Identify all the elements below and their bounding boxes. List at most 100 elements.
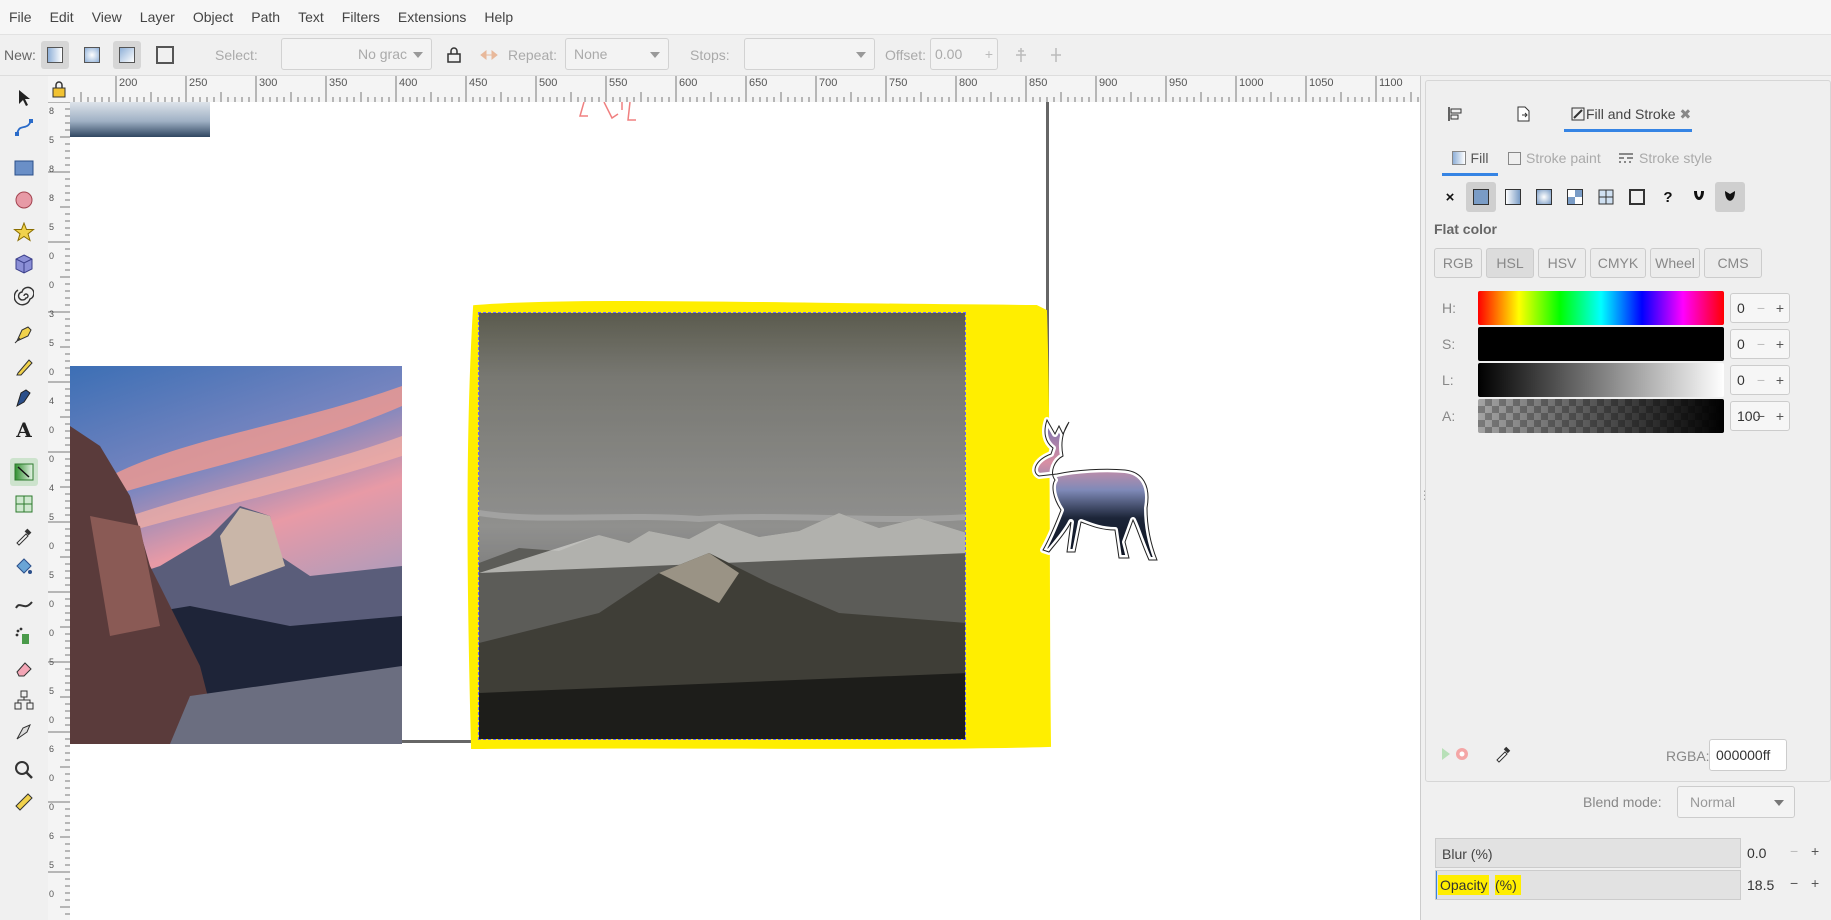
unset-paint-button[interactable]: ? xyxy=(1653,182,1683,212)
menu-view[interactable]: View xyxy=(83,9,131,25)
tweak-tool[interactable] xyxy=(10,590,38,618)
radial-gradient-paint-button[interactable] xyxy=(1529,182,1559,212)
ruler-corner-lock[interactable] xyxy=(48,76,71,103)
linear-gradient-button[interactable] xyxy=(41,41,69,69)
star-tool[interactable] xyxy=(10,218,38,246)
opacity-slider[interactable]: Opacity (%) xyxy=(1435,870,1741,900)
lightness-spinbox[interactable]: 0− + xyxy=(1730,365,1790,395)
eraser-tool[interactable] xyxy=(10,654,38,682)
blur-slider[interactable]: Blur (%) xyxy=(1435,838,1741,868)
spiral-tool[interactable] xyxy=(10,282,38,310)
on-stroke-button[interactable] xyxy=(151,41,179,69)
plus-icon[interactable]: + xyxy=(1776,336,1784,352)
menu-file[interactable]: File xyxy=(0,9,41,25)
node-tool[interactable] xyxy=(10,114,38,142)
offset-spinbox[interactable]: 0.00 + xyxy=(930,38,998,70)
dock-resize-handle[interactable]: ⋮ xyxy=(1419,488,1431,508)
repeat-dropdown[interactable]: None xyxy=(565,38,669,70)
mountain-photo-selected[interactable] xyxy=(478,312,966,740)
close-icon[interactable]: ✖ xyxy=(1679,106,1691,123)
delete-stop-button[interactable] xyxy=(1042,41,1070,69)
mode-cms-button[interactable]: CMS xyxy=(1704,248,1762,278)
measure-tool[interactable] xyxy=(10,788,38,816)
calligraphy-tool[interactable] xyxy=(10,384,38,412)
pattern-paint-button[interactable] xyxy=(1591,182,1621,212)
stroke-style-subtab[interactable]: Stroke style xyxy=(1618,143,1712,173)
3d-box-tool[interactable] xyxy=(10,250,38,278)
horizontal-ruler[interactable]: 200 250 300 350 400 450 500 550 600 650 700 750 800 8… xyxy=(70,76,1420,103)
paint-bucket-tool[interactable] xyxy=(10,552,38,580)
menu-edit[interactable]: Edit xyxy=(41,9,83,25)
fill-and-stroke-tab[interactable]: Fill and Stroke ✖ xyxy=(1564,99,1692,132)
menu-text[interactable]: Text xyxy=(289,9,333,25)
snow-image-fragment[interactable] xyxy=(70,102,210,137)
minus-icon[interactable]: − xyxy=(1790,875,1798,891)
pick-color-button[interactable] xyxy=(1494,745,1512,766)
deer-legs-outline[interactable] xyxy=(570,102,670,134)
menu-path[interactable]: Path xyxy=(242,9,289,25)
saturation-spinbox[interactable]: 0− + xyxy=(1730,329,1790,359)
minus-icon[interactable]: − xyxy=(1757,408,1765,424)
stops-dropdown[interactable] xyxy=(744,38,875,70)
deer-sticker[interactable] xyxy=(1025,412,1175,572)
reverse-gradient-button[interactable] xyxy=(475,41,503,69)
spray-tool[interactable] xyxy=(10,622,38,650)
align-tab[interactable] xyxy=(1446,99,1464,129)
swatch-paint-button[interactable] xyxy=(1622,182,1652,212)
blur-value[interactable]: 0.0 xyxy=(1747,845,1766,861)
pen-tool[interactable] xyxy=(10,320,38,348)
connector-tool[interactable] xyxy=(10,686,38,714)
fill-rule-nonzero-button[interactable] xyxy=(1715,182,1745,212)
plus-icon[interactable]: + xyxy=(1776,408,1784,424)
menu-object[interactable]: Object xyxy=(184,9,242,25)
rgba-input[interactable]: 000000ff xyxy=(1709,739,1787,771)
rectangle-tool[interactable] xyxy=(10,154,38,182)
radial-gradient-button[interactable] xyxy=(78,41,106,69)
plus-icon[interactable]: + xyxy=(1776,300,1784,316)
hue-slider[interactable] xyxy=(1478,291,1724,325)
mode-hsv-button[interactable]: HSV xyxy=(1538,248,1586,278)
menu-extensions[interactable]: Extensions xyxy=(389,9,475,25)
mesh-paint-button[interactable] xyxy=(1560,182,1590,212)
sunset-photo[interactable] xyxy=(70,366,402,744)
hue-spinbox[interactable]: 0− + xyxy=(1730,293,1790,323)
ellipse-tool[interactable] xyxy=(10,186,38,214)
alpha-slider[interactable] xyxy=(1478,399,1724,433)
gradient-select-dropdown[interactable]: No grac xyxy=(281,38,432,70)
saturation-slider[interactable] xyxy=(1478,327,1724,361)
gradient-tool[interactable] xyxy=(10,458,38,486)
fill-rule-evenodd-button[interactable] xyxy=(1684,182,1714,212)
measure-path-tool[interactable] xyxy=(10,718,38,746)
mode-cmyk-button[interactable]: CMYK xyxy=(1590,248,1646,278)
plus-icon[interactable]: + xyxy=(1811,843,1819,859)
minus-icon[interactable]: − xyxy=(1757,300,1765,316)
minus-icon[interactable]: − xyxy=(1757,336,1765,352)
alpha-spinbox[interactable]: 100− + xyxy=(1730,401,1790,431)
flat-color-button[interactable] xyxy=(1466,182,1496,212)
canvas[interactable] xyxy=(70,102,1420,920)
no-paint-button[interactable]: × xyxy=(1435,182,1465,212)
menu-help[interactable]: Help xyxy=(475,9,522,25)
mode-hsl-button[interactable]: HSL xyxy=(1486,248,1534,278)
fill-subtab[interactable]: Fill xyxy=(1442,143,1498,176)
minus-icon[interactable]: − xyxy=(1757,372,1765,388)
mode-wheel-button[interactable]: Wheel xyxy=(1650,248,1700,278)
selector-tool[interactable] xyxy=(10,84,38,112)
blend-mode-dropdown[interactable]: Normal xyxy=(1677,786,1795,818)
minus-icon[interactable]: − xyxy=(1790,843,1798,859)
mesh-tool[interactable] xyxy=(10,490,38,518)
mode-rgb-button[interactable]: RGB xyxy=(1434,248,1482,278)
on-fill-button[interactable] xyxy=(113,41,141,69)
insert-stop-button[interactable] xyxy=(1007,41,1035,69)
text-tool[interactable]: A xyxy=(10,416,38,444)
pencil-tool[interactable] xyxy=(10,352,38,380)
document-properties-tab[interactable] xyxy=(1514,99,1532,129)
vertical-ruler[interactable]: 8 5 8 8 5 0 0 3 5 0 4 0 0 4 5 0 5 0 0 5 5 0 6 0 0 6 5 0 xyxy=(48,102,71,920)
zoom-tool[interactable] xyxy=(10,756,38,784)
dropper-tool[interactable] xyxy=(10,522,38,550)
stroke-paint-subtab[interactable]: Stroke paint xyxy=(1508,143,1601,173)
opacity-value[interactable]: 18.5 xyxy=(1747,877,1774,893)
menu-filters[interactable]: Filters xyxy=(333,9,389,25)
lightness-slider[interactable] xyxy=(1478,363,1724,397)
linear-gradient-paint-button[interactable] xyxy=(1498,182,1528,212)
